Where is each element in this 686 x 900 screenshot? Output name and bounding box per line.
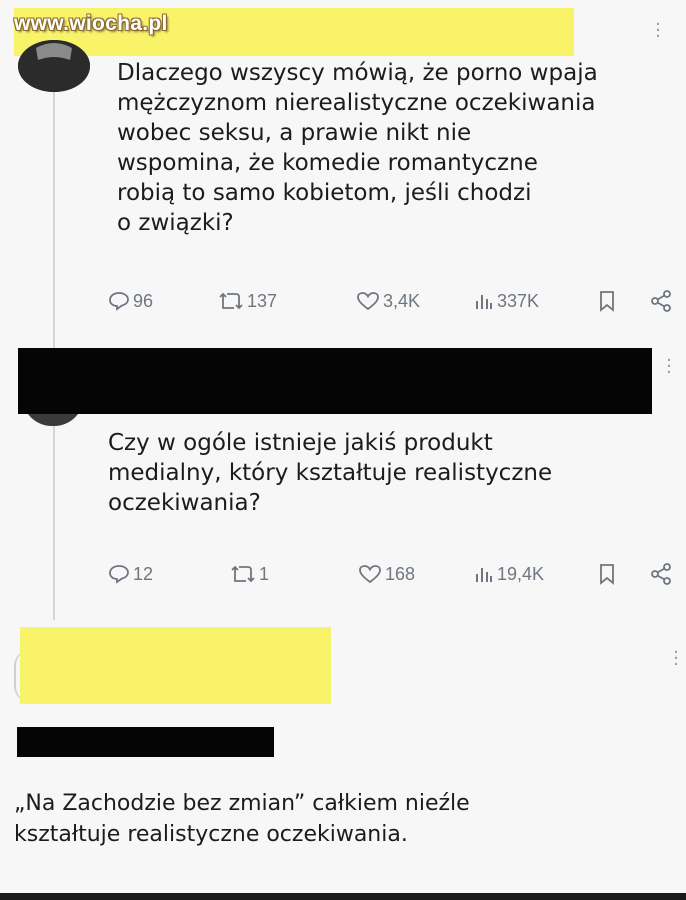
redaction-black-name (17, 727, 274, 757)
retweet-icon (219, 292, 243, 310)
avatar[interactable] (18, 40, 90, 92)
views-count: 19,4K (497, 563, 545, 584)
views-button[interactable]: 337K (474, 291, 539, 312)
views-icon (476, 295, 492, 309)
more-options-icon[interactable]: · · · (672, 644, 680, 674)
tweet-text: Dlaczego wszyscy mówią, że porno wpaja m… (117, 60, 598, 236)
bottom-edge (0, 893, 686, 900)
like-count: 3,4K (383, 290, 421, 311)
retweet-count: 137 (247, 290, 278, 311)
like-count: 168 (385, 563, 416, 584)
retweet-button[interactable]: 137 (218, 291, 277, 312)
views-count: 337K (497, 290, 540, 311)
reply-icon (109, 565, 129, 584)
reply-count: 96 (133, 290, 154, 311)
retweet-icon (231, 565, 255, 583)
tweet-actions: 12 1 168 19,4K (108, 561, 678, 587)
share-icon (651, 563, 671, 585)
reply-text: „Na Zachodzie bez zmian” całkiem nieźle … (14, 791, 470, 847)
share-icon (651, 290, 671, 312)
redaction-black-header (18, 348, 652, 414)
heart-icon (357, 292, 379, 311)
reply-button[interactable]: 96 (108, 291, 153, 312)
views-button[interactable]: 19,4K (474, 564, 544, 585)
heart-icon (359, 565, 381, 584)
more-options-icon[interactable]: · · · (654, 16, 662, 46)
avatar-image (18, 40, 90, 92)
retweet-button[interactable]: 1 (230, 564, 269, 585)
retweet-count: 1 (259, 563, 270, 584)
bookmark-button[interactable] (598, 290, 616, 312)
reply-count: 12 (133, 563, 154, 584)
bookmark-icon (600, 291, 614, 312)
bookmark-button[interactable] (598, 563, 616, 585)
like-button[interactable]: 168 (358, 564, 415, 585)
more-options-icon[interactable]: · · · (665, 352, 673, 382)
like-button[interactable]: 3,4K (356, 291, 420, 312)
reply-icon (109, 292, 129, 311)
reply-button[interactable]: 12 (108, 564, 153, 585)
bookmark-icon (600, 564, 614, 585)
share-button[interactable] (650, 563, 672, 585)
views-icon (476, 568, 492, 582)
tweet-actions: 96 137 3,4K 337K (108, 288, 678, 314)
tweet-text: Czy w ogóle istnieje jakiś produkt media… (108, 430, 553, 516)
watermark: www.wiocha.pl (14, 12, 168, 35)
share-button[interactable] (650, 290, 672, 312)
redaction-yellow-header (20, 627, 331, 704)
